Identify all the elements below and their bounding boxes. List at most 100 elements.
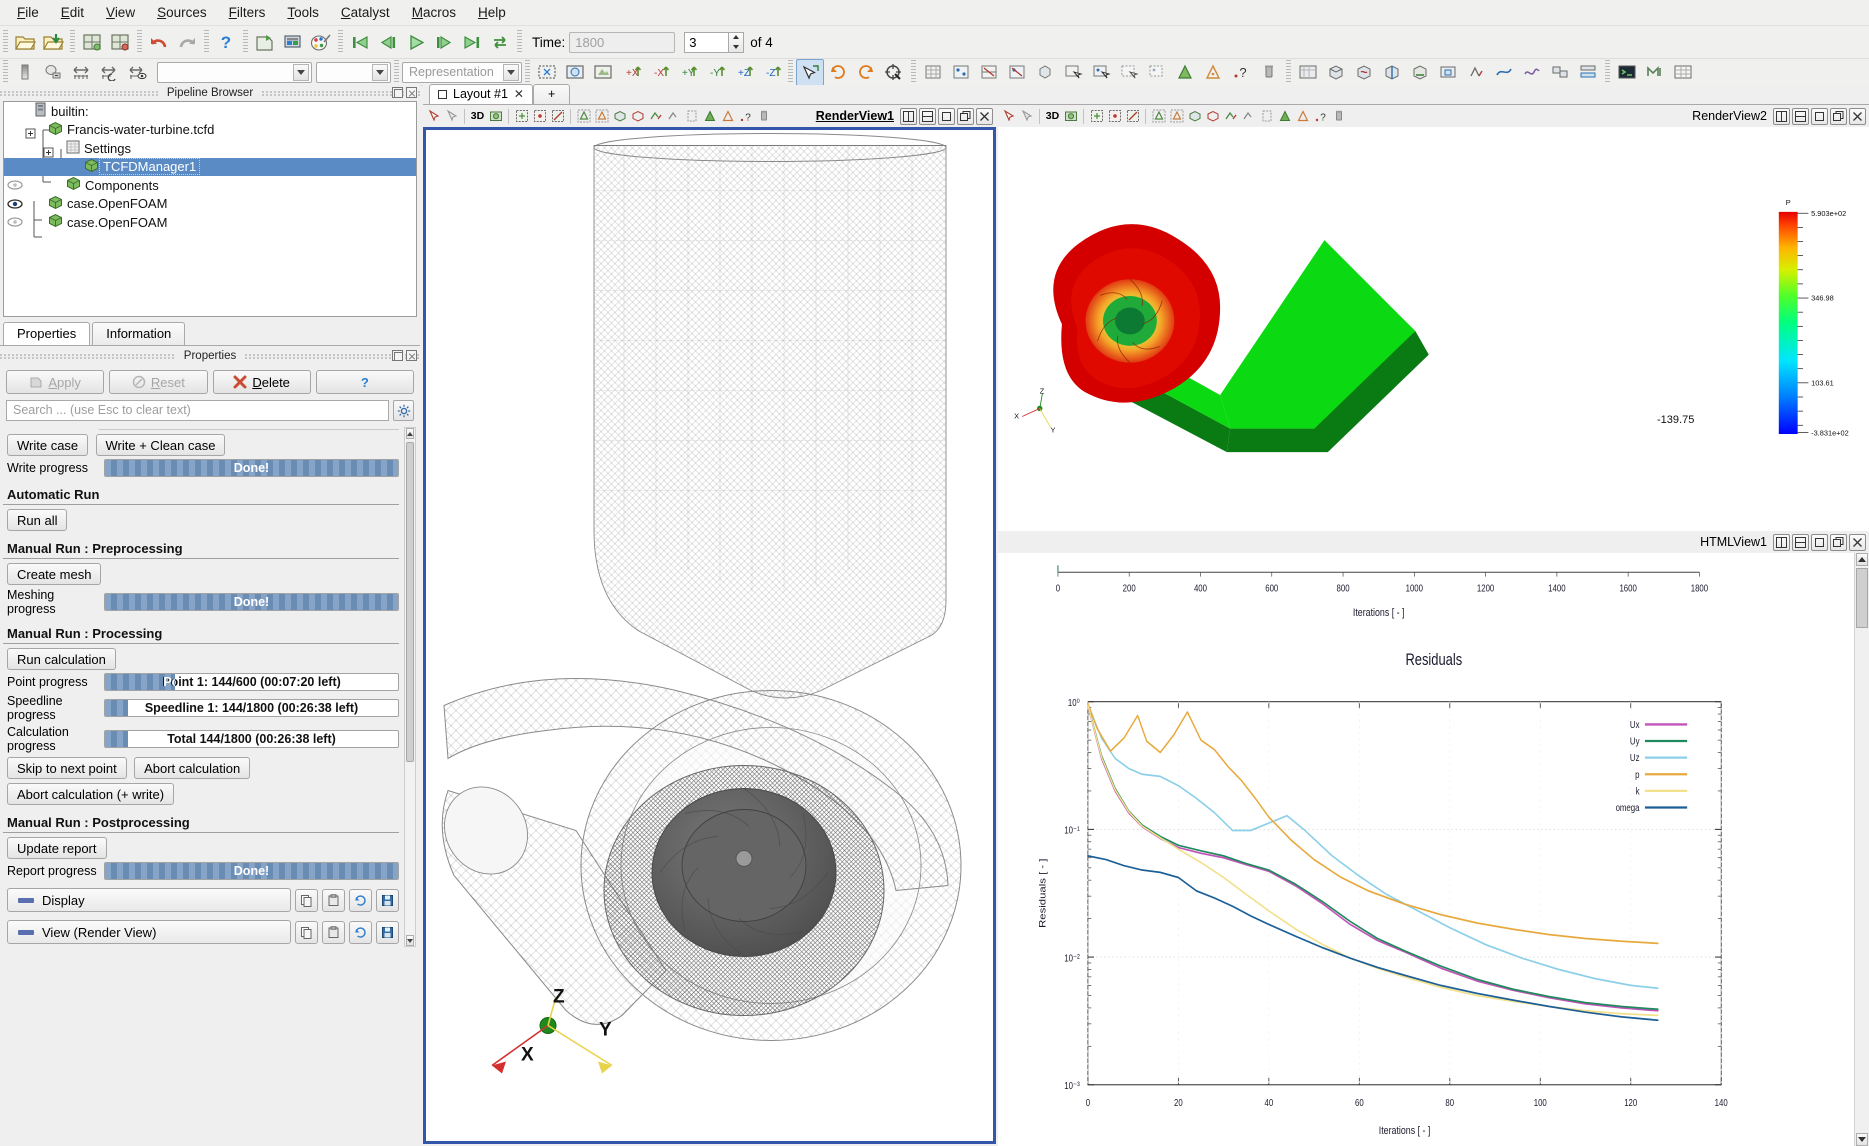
close-icon[interactable]: ✕ xyxy=(514,87,524,101)
rv2-frustum-points-icon[interactable] xyxy=(1168,107,1185,125)
rv2-interactive-select-icon[interactable] xyxy=(1000,107,1017,125)
rv2-close-icon[interactable] xyxy=(1849,108,1866,125)
pipeline-row-builtin[interactable]: builtin: xyxy=(4,102,416,121)
rv1-split-horizontal-icon[interactable] xyxy=(900,108,917,125)
minus-z-axis-icon[interactable]: -Z xyxy=(757,59,785,86)
select-cells-through-icon[interactable] xyxy=(975,59,1003,86)
hv1-close-icon[interactable] xyxy=(1849,534,1866,551)
delete-button[interactable]: Delete xyxy=(213,370,311,394)
interactive-select-cells-icon[interactable] xyxy=(1059,59,1087,86)
abort-calculation-button[interactable]: Abort calculation xyxy=(134,757,250,779)
render-view-1-canvas[interactable]: X Y Z xyxy=(423,127,996,1144)
chevron-down-icon[interactable] xyxy=(293,64,309,81)
camera-reset-icon[interactable] xyxy=(533,59,561,86)
rv1-clear-selection-icon[interactable] xyxy=(683,107,700,125)
rv2-select-tri-outline-icon[interactable] xyxy=(1294,107,1311,125)
representation-combo[interactable]: Representation xyxy=(402,62,522,83)
rv2-frustum-cells-icon[interactable] xyxy=(1150,107,1167,125)
rotate-90-cw-icon[interactable] xyxy=(824,59,852,86)
rv2-camera-icon[interactable] xyxy=(1062,107,1079,125)
component-selector-combo[interactable] xyxy=(316,62,391,83)
contour-filter-icon[interactable] xyxy=(1350,59,1378,86)
properties-close-icon[interactable] xyxy=(406,350,417,361)
frame-spin-down[interactable] xyxy=(729,42,743,52)
visibility-toggle[interactable] xyxy=(4,199,26,209)
interactive-select-points-icon[interactable] xyxy=(1087,59,1115,86)
visibility-toggle[interactable] xyxy=(4,217,26,227)
rotate-90-ccw-icon[interactable] xyxy=(852,59,880,86)
rv1-restore-icon[interactable] xyxy=(957,108,974,125)
rescale-custom-range-icon[interactable] xyxy=(67,59,95,86)
hv1-split-vertical-icon[interactable] xyxy=(1792,534,1809,551)
pipeline-browser[interactable]: builtin: Francis-water-turbine.tcfd Sett… xyxy=(3,101,417,317)
select-frustum-points-icon[interactable] xyxy=(1199,59,1227,86)
scroll-down-icon[interactable] xyxy=(1856,1133,1868,1146)
color-map-editor-icon[interactable] xyxy=(11,59,39,86)
rv2-split-vertical-icon[interactable] xyxy=(1792,108,1809,125)
rv1-frustum-points-icon[interactable] xyxy=(593,107,610,125)
scroll-down-icon[interactable] xyxy=(406,935,414,946)
rv2-select-through-icon[interactable] xyxy=(1124,107,1141,125)
rescale-to-data-range-icon[interactable] xyxy=(39,59,67,86)
write-clean-case-button[interactable]: Write + Clean case xyxy=(96,434,226,456)
rv1-select-blocks-alt-icon[interactable] xyxy=(629,107,646,125)
load-state-icon[interactable] xyxy=(106,29,134,56)
hv1-split-horizontal-icon[interactable] xyxy=(1773,534,1790,551)
save-data-icon[interactable] xyxy=(1294,59,1322,86)
clip-filter-icon[interactable] xyxy=(1378,59,1406,86)
pipeline-float-icon[interactable] xyxy=(392,87,403,98)
copy-display-icon[interactable] xyxy=(295,889,318,912)
gear-icon[interactable] xyxy=(393,400,414,421)
frame-spin-up[interactable] xyxy=(729,33,743,43)
rv2-select-blocks-alt-icon[interactable] xyxy=(1204,107,1221,125)
html-view-scrollbar[interactable] xyxy=(1854,553,1869,1146)
render-view-2-title[interactable]: RenderView2 xyxy=(1692,109,1772,123)
streamtracer-filter-icon[interactable] xyxy=(1490,59,1518,86)
pipeline-close-icon[interactable] xyxy=(406,87,417,98)
rv1-select-blocks-icon[interactable] xyxy=(611,107,628,125)
previous-frame-icon[interactable] xyxy=(374,29,402,56)
color-palette-icon[interactable] xyxy=(307,29,335,56)
zoom-to-data-icon[interactable] xyxy=(561,59,589,86)
rv1-select-through-icon[interactable] xyxy=(549,107,566,125)
spreadsheet-icon[interactable] xyxy=(1669,59,1697,86)
html-view-1-title[interactable]: HTMLView1 xyxy=(1700,535,1772,549)
help-icon[interactable]: ? xyxy=(212,29,240,56)
copy-view-icon[interactable] xyxy=(295,921,318,944)
reset-camera-closest-icon[interactable] xyxy=(589,59,617,86)
add-layout-tab[interactable]: + xyxy=(533,84,570,104)
visibility-toggle[interactable] xyxy=(4,180,26,190)
rv1-split-vertical-icon[interactable] xyxy=(919,108,936,125)
hover-points-icon[interactable] xyxy=(1143,59,1171,86)
first-frame-icon[interactable] xyxy=(346,29,374,56)
scroll-thumb[interactable] xyxy=(406,442,414,762)
rescale-visible-range-icon[interactable] xyxy=(123,59,151,86)
menu-item-file[interactable]: File xyxy=(6,2,50,23)
layout-tab-1[interactable]: Layout #1 ✕ xyxy=(429,84,533,104)
chevron-down-icon[interactable] xyxy=(503,64,519,81)
menu-item-sources[interactable]: Sources xyxy=(146,2,218,23)
python-shell-icon[interactable] xyxy=(1613,59,1641,86)
display-section-header[interactable]: Display xyxy=(7,888,291,912)
write-case-button[interactable]: Write case xyxy=(7,434,88,456)
plus-y-axis-icon[interactable]: +Y xyxy=(673,59,701,86)
rv2-3d-toggle[interactable]: 3D xyxy=(1044,107,1061,125)
select-points-icon[interactable] xyxy=(947,59,975,86)
menu-item-macros[interactable]: Macros xyxy=(401,2,467,23)
paste-view-icon[interactable] xyxy=(322,921,345,944)
next-frame-icon[interactable] xyxy=(430,29,458,56)
rv2-select-tri-icon[interactable] xyxy=(1276,107,1293,125)
reset-view-icon[interactable] xyxy=(349,921,372,944)
reset-display-icon[interactable] xyxy=(349,889,372,912)
create-mesh-button[interactable]: Create mesh xyxy=(7,563,101,585)
render-view-2-canvas[interactable]: X Y Z P xyxy=(998,127,1869,531)
run-calculation-button[interactable]: Run calculation xyxy=(7,648,116,670)
pipeline-row-case-openfoam-1[interactable]: case.OpenFOAM xyxy=(4,195,416,214)
interaction-mode-icon[interactable] xyxy=(796,59,824,86)
select-block-icon[interactable] xyxy=(1031,59,1059,86)
scroll-thumb[interactable] xyxy=(1856,568,1868,628)
undo-icon[interactable] xyxy=(145,29,173,56)
rv1-interactive-select-icon[interactable] xyxy=(425,107,442,125)
view-section-header[interactable]: View (Render View) xyxy=(7,920,291,944)
frame-stepper[interactable]: 3 xyxy=(684,32,744,53)
